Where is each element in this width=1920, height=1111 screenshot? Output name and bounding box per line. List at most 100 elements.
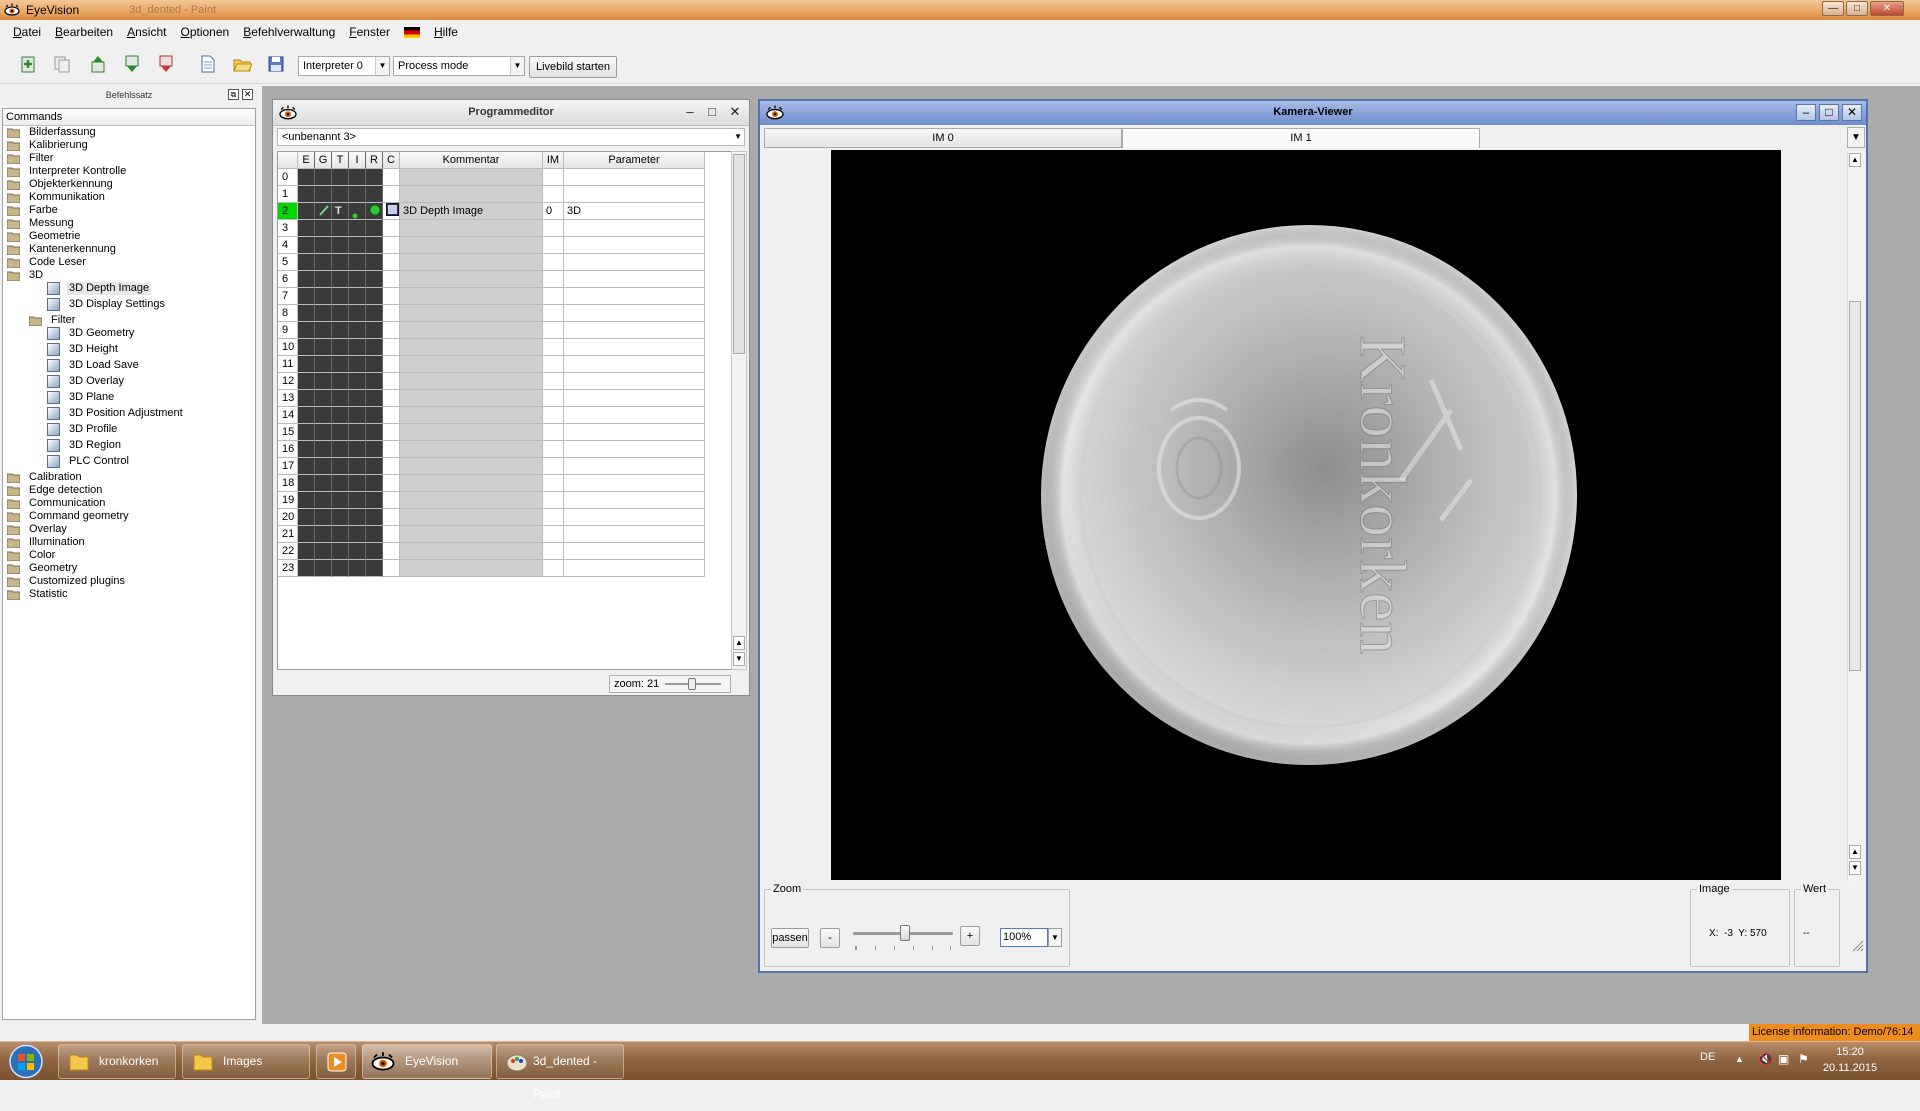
show-hidden-icons-icon[interactable]: ▲ bbox=[1735, 1054, 1744, 1064]
table-row[interactable]: 8 bbox=[278, 305, 734, 322]
task-eyevision[interactable]: EyeVision bbox=[362, 1044, 492, 1079]
scroll-down-icon[interactable]: ▼ bbox=[1849, 861, 1861, 875]
table-row[interactable]: 19 bbox=[278, 492, 734, 509]
table-row[interactable]: 21 bbox=[278, 526, 734, 543]
volume-muted-icon[interactable]: 🔇 bbox=[1758, 1052, 1773, 1066]
delete-command-icon[interactable] bbox=[156, 54, 176, 74]
table-row[interactable]: 11 bbox=[278, 356, 734, 373]
tree-item[interactable]: 3D Load Save bbox=[3, 359, 255, 375]
copy-command-icon[interactable] bbox=[52, 54, 72, 74]
tree-item[interactable]: 3D Display Settings bbox=[3, 298, 255, 314]
tree-item[interactable]: Geometry bbox=[3, 562, 255, 575]
tree-item[interactable]: 3D Position Adjustment bbox=[3, 407, 255, 423]
tree-item[interactable]: Color bbox=[3, 549, 255, 562]
menu-hilfe[interactable]: Hilfe bbox=[427, 20, 465, 44]
tree-item[interactable]: Bilderfassung bbox=[3, 126, 255, 139]
tree-item[interactable]: Filter bbox=[3, 152, 255, 165]
table-row[interactable]: 6 bbox=[278, 271, 734, 288]
task-media-player[interactable] bbox=[316, 1044, 356, 1079]
menu-befehlverwaltung[interactable]: Befehlverwaltung bbox=[236, 20, 342, 44]
program-zoom-control[interactable]: zoom: 21 bbox=[609, 675, 731, 693]
table-row[interactable]: 18 bbox=[278, 475, 734, 492]
scroll-up-icon[interactable]: ▲ bbox=[1849, 153, 1861, 167]
task-paint[interactable]: 3d_dented - Paint bbox=[496, 1044, 624, 1101]
cv-close-button[interactable]: ✕ bbox=[1842, 104, 1862, 121]
tree-item[interactable]: Code Leser bbox=[3, 256, 255, 269]
table-row[interactable]: 12 bbox=[278, 373, 734, 390]
move-down-icon[interactable] bbox=[122, 54, 142, 74]
new-command-icon[interactable] bbox=[18, 54, 38, 74]
new-file-icon[interactable] bbox=[198, 54, 218, 74]
tree-item[interactable]: Messung bbox=[3, 217, 255, 230]
start-button-icon[interactable] bbox=[3, 1043, 49, 1080]
program-zoom-thumb[interactable] bbox=[688, 678, 696, 690]
zoom-out-button[interactable]: - bbox=[820, 928, 840, 948]
tree-item[interactable]: 3D Geometry bbox=[3, 327, 255, 343]
process-mode-select[interactable]: Process mode ▼ bbox=[393, 56, 525, 76]
cv-maximize-button[interactable]: □ bbox=[1819, 104, 1839, 121]
tree-item[interactable]: Kommunikation bbox=[3, 191, 255, 204]
tree-item[interactable]: 3D Region bbox=[3, 439, 255, 455]
table-row[interactable]: 15 bbox=[278, 424, 734, 441]
tree-item[interactable]: Communication bbox=[3, 497, 255, 510]
tree-item[interactable]: Objekterkennung bbox=[3, 178, 255, 191]
tree-item[interactable]: Edge detection bbox=[3, 484, 255, 497]
task-images[interactable]: Images bbox=[182, 1044, 310, 1079]
undock-icon[interactable]: ⧉ bbox=[228, 89, 239, 100]
move-up-icon[interactable] bbox=[88, 54, 108, 74]
tree-item[interactable]: Overlay bbox=[3, 523, 255, 536]
table-row[interactable]: 5 bbox=[278, 254, 734, 271]
start-live-image-button[interactable]: Livebild starten bbox=[529, 56, 617, 78]
zoom-input[interactable]: 100% bbox=[1000, 928, 1048, 947]
chevron-down-icon[interactable]: ▼ bbox=[1048, 928, 1062, 947]
table-row[interactable]: 7 bbox=[278, 288, 734, 305]
tree-item[interactable]: 3D Height bbox=[3, 343, 255, 359]
tree-item[interactable]: Illumination bbox=[3, 536, 255, 549]
clock-time[interactable]: 15:20 bbox=[1820, 1046, 1880, 1058]
tree-item[interactable]: Farbe bbox=[3, 204, 255, 217]
scroll-thumb[interactable] bbox=[733, 154, 745, 354]
table-row[interactable]: 9 bbox=[278, 322, 734, 339]
scroll-up-icon[interactable]: ▲ bbox=[1849, 845, 1861, 859]
program-table-scrollbar[interactable]: ▲ ▼ bbox=[731, 151, 747, 670]
tree-item[interactable]: Statistic bbox=[3, 588, 255, 601]
menu-bearbeiten[interactable]: Bearbeiten bbox=[48, 20, 120, 44]
table-row[interactable]: 17 bbox=[278, 458, 734, 475]
table-row[interactable]: 0 bbox=[278, 169, 734, 186]
pe-minimize-button[interactable]: – bbox=[681, 104, 699, 121]
zoom-in-button[interactable]: + bbox=[960, 926, 980, 946]
save-icon[interactable] bbox=[266, 54, 286, 74]
menu-ansicht[interactable]: Ansicht bbox=[120, 20, 173, 44]
zoom-slider-thumb[interactable] bbox=[900, 925, 910, 941]
tree-item[interactable]: Kalibrierung bbox=[3, 139, 255, 152]
scroll-down-icon[interactable]: ▼ bbox=[733, 652, 745, 666]
pe-close-button[interactable]: ✕ bbox=[726, 104, 744, 121]
tab-im0[interactable]: IM 0 bbox=[764, 128, 1122, 148]
resize-grip-icon[interactable] bbox=[1851, 939, 1865, 953]
tree-item[interactable]: PLC Control bbox=[3, 455, 255, 471]
scroll-up-icon[interactable]: ▲ bbox=[733, 636, 745, 650]
german-flag-icon[interactable] bbox=[403, 26, 420, 38]
interpreter-select[interactable]: Interpreter 0 ▼ bbox=[298, 56, 390, 76]
pe-maximize-button[interactable]: □ bbox=[703, 104, 721, 121]
table-row[interactable]: 13 bbox=[278, 390, 734, 407]
clock-date[interactable]: 20.11.2015 bbox=[1812, 1062, 1888, 1074]
tab-list-dropdown[interactable]: ▼ bbox=[1847, 127, 1865, 148]
tree-item[interactable]: Customized plugins bbox=[3, 575, 255, 588]
fit-button[interactable]: passen bbox=[771, 928, 809, 948]
tree-item[interactable]: Interpreter Kontrolle bbox=[3, 165, 255, 178]
table-row[interactable]: 3 bbox=[278, 220, 734, 237]
tree-item[interactable]: Filter bbox=[3, 314, 255, 327]
minimize-button[interactable]: — bbox=[1822, 1, 1844, 16]
table-row[interactable]: 1 bbox=[278, 186, 734, 203]
cv-minimize-button[interactable]: – bbox=[1796, 104, 1816, 121]
tree-item[interactable]: Calibration bbox=[3, 471, 255, 484]
task-kronkorken[interactable]: kronkorken bbox=[58, 1044, 176, 1079]
table-row[interactable]: 14 bbox=[278, 407, 734, 424]
tree-item[interactable]: 3D bbox=[3, 269, 255, 282]
scroll-thumb[interactable] bbox=[1849, 301, 1861, 671]
table-row[interactable]: 16 bbox=[278, 441, 734, 458]
menu-optionen[interactable]: Optionen bbox=[173, 20, 236, 44]
table-row[interactable]: 23 bbox=[278, 560, 734, 577]
network-icon[interactable]: ▣ bbox=[1778, 1052, 1789, 1066]
